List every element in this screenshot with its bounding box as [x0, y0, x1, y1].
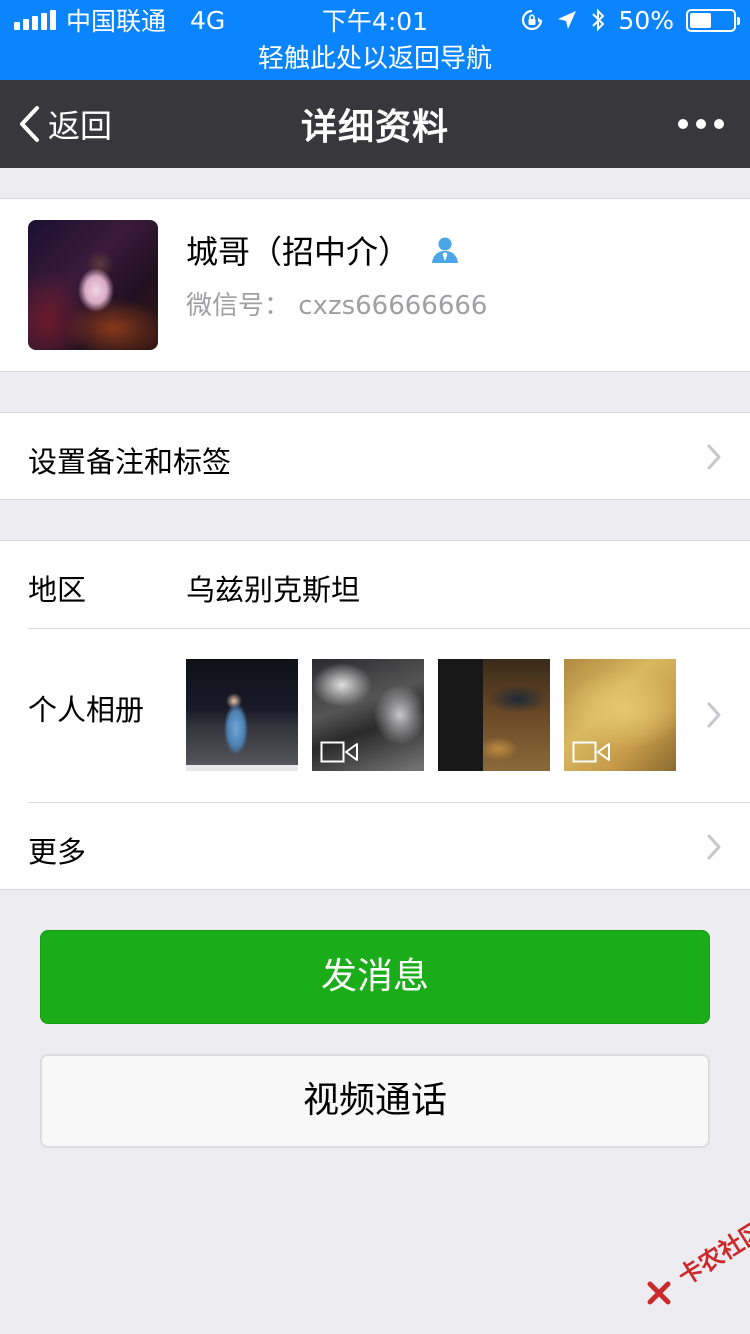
signal-strength-icon — [14, 10, 56, 30]
more-options-button[interactable] — [678, 80, 724, 168]
watermark-mark-icon — [647, 1281, 671, 1305]
contact-name: 城哥（招中介） — [186, 233, 411, 271]
album-thumbnails — [186, 659, 676, 771]
back-label: 返回 — [48, 107, 113, 145]
more-label: 更多 — [28, 835, 87, 869]
carrier-label: 中国联通 — [66, 7, 167, 36]
chevron-right-icon — [707, 444, 721, 470]
region-value: 乌兹别克斯坦 — [186, 573, 361, 607]
status-time: 下午4:01 — [321, 7, 429, 36]
person-icon — [432, 237, 459, 263]
video-icon — [320, 741, 358, 763]
set-remark-label: 设置备注和标签 — [28, 445, 232, 479]
page-title: 详细资料 — [300, 107, 449, 148]
album-video[interactable] — [564, 659, 676, 771]
status-bar: 中国联通 4G 下午4:01 50% — [0, 0, 750, 40]
profile-card: 城哥（招中介） 微信号： cxzs66666666 — [0, 198, 750, 372]
album-label: 个人相册 — [28, 693, 145, 727]
region-row: 地区 乌兹别克斯坦 — [0, 541, 750, 629]
back-button[interactable]: 返回 — [18, 80, 112, 168]
wechat-id: 微信号： cxzs66666666 — [186, 291, 488, 321]
battery-icon — [686, 8, 740, 32]
watermark-logo: 卡农社区 — [642, 1216, 750, 1308]
video-icon — [572, 741, 610, 763]
location-arrow-icon — [558, 11, 577, 29]
album-photo[interactable] — [438, 659, 550, 771]
chevron-right-icon — [707, 702, 721, 728]
battery-fill — [690, 12, 711, 28]
rotation-lock-icon — [522, 9, 543, 31]
send-message-button[interactable]: 发消息 — [40, 930, 710, 1024]
more-row[interactable]: 更多 — [0, 803, 750, 891]
return-banner-text: 轻触此处以返回导航 — [257, 44, 492, 74]
battery-percent: 50% — [618, 5, 674, 35]
album-video[interactable] — [312, 659, 424, 771]
network-label: 4G — [190, 5, 226, 35]
album-photo[interactable] — [186, 659, 298, 771]
video-call-button[interactable]: 视频通话 — [40, 1054, 710, 1148]
set-remark-row[interactable]: 设置备注和标签 — [0, 412, 750, 500]
chevron-left-icon — [20, 106, 39, 142]
bluetooth-icon — [592, 8, 605, 32]
chevron-right-icon — [707, 834, 721, 860]
watermark-text: 卡农社区 — [673, 1216, 750, 1291]
avatar[interactable] — [28, 220, 158, 350]
more-dots-icon — [678, 119, 688, 129]
region-label: 地区 — [28, 573, 87, 607]
navigation-bar: 返回 详细资料 — [0, 80, 750, 168]
album-row[interactable]: 个人相册 — [0, 629, 750, 803]
return-to-navigation-banner[interactable]: 轻触此处以返回导航 — [0, 40, 750, 80]
info-card: 地区 乌兹别克斯坦 个人相册 更多 — [0, 540, 750, 890]
